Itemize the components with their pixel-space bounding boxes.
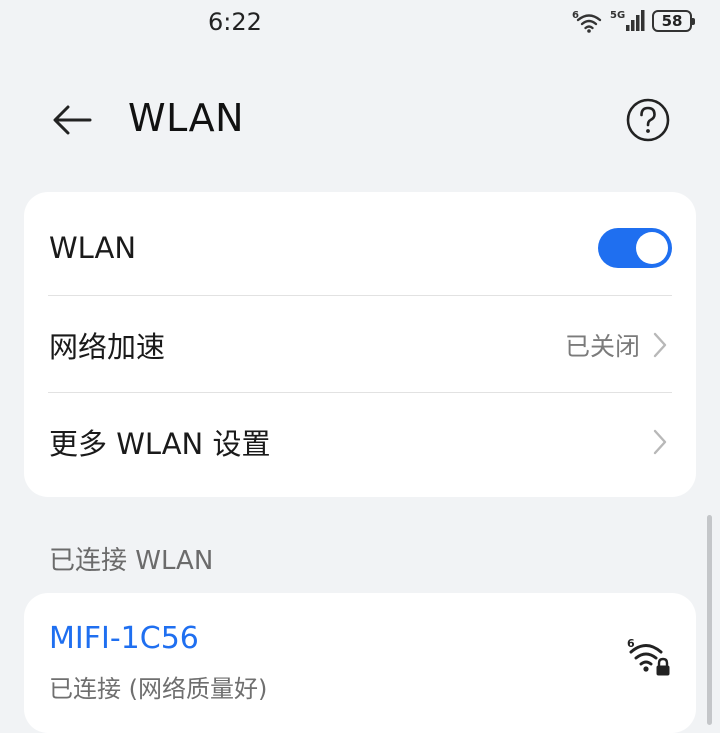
help-button[interactable] [624,96,672,144]
network-acceleration-value: 已关闭 [564,331,640,361]
network-type-label: 5G [610,10,625,21]
wifi-secured-icon: 6 [627,637,670,676]
cellular-signal-icon: 5G [610,10,645,31]
connected-wlan-section-header: 已连接 WLAN [49,546,214,576]
network-acceleration-label: 网络加速 [49,329,166,364]
battery-level: 58 [661,12,683,30]
wlan-label: WLAN [49,230,137,265]
help-circle-icon [626,98,670,142]
connected-network-item[interactable]: MIFI-1C56 已连接 (网络质量好) 6 [24,593,696,733]
back-arrow-icon [53,105,92,135]
status-icons: 6 5G 58 [572,8,695,34]
network-status: 已连接 (网络质量好) [49,675,268,703]
chevron-right-icon [650,427,670,457]
network-acceleration-row[interactable]: 网络加速 已关闭 [24,296,696,393]
scrollbar[interactable] [707,515,712,725]
header: WLAN [0,88,720,152]
toggle-knob [636,231,668,264]
wlan-toggle-row[interactable]: WLAN [24,199,696,296]
back-button[interactable] [46,96,98,144]
status-bar: 6:22 6 5G 58 [0,0,720,48]
wlan-settings-card: WLAN 网络加速 已关闭 更多 WLAN 设置 [24,192,696,497]
status-time: 6:22 [208,8,262,36]
more-wlan-settings-label: 更多 WLAN 设置 [49,426,271,461]
wifi-status-icon: 6 [572,10,602,33]
network-name: MIFI-1C56 [49,621,199,656]
page-title: WLAN [128,96,245,140]
chevron-right-icon [650,330,670,360]
battery-icon: 58 [652,10,695,32]
wlan-toggle[interactable] [598,227,672,268]
more-wlan-settings-row[interactable]: 更多 WLAN 设置 [24,393,696,490]
